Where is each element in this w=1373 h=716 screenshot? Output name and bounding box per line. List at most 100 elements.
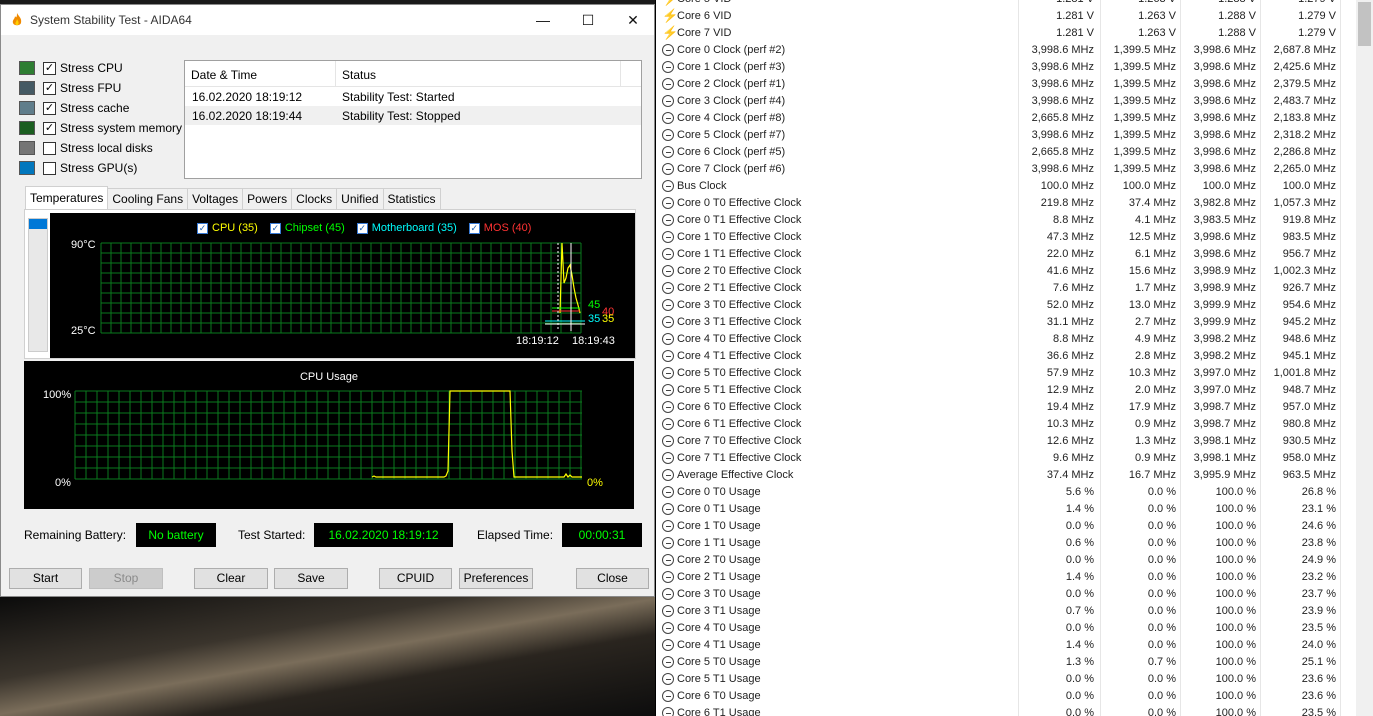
sensor-row[interactable]: Bus Clock 100.0 MHz 100.0 MHz 100.0 MHz 100.… bbox=[656, 178, 1356, 195]
legend-checkbox[interactable]: ✓ bbox=[468, 222, 480, 234]
sensor-row[interactable]: Core 3 T1 Usage 0.7 % 0.0 % 100.0 % 23.9 % bbox=[656, 603, 1356, 620]
tab-voltages[interactable]: Voltages bbox=[187, 188, 244, 210]
log-header-status[interactable]: Status bbox=[336, 61, 621, 86]
sensor-row[interactable]: Core 1 T1 Usage 0.6 % 0.0 % 100.0 % 23.8 % bbox=[656, 535, 1356, 552]
log-header-datetime[interactable]: Date & Time bbox=[185, 61, 336, 86]
sensor-row[interactable]: Core 5 T0 Usage 1.3 % 0.7 % 100.0 % 25.1 % bbox=[656, 654, 1356, 671]
sensor-row[interactable]: Core 2 T1 Usage 1.4 % 0.0 % 100.0 % 23.2 % bbox=[656, 569, 1356, 586]
sensor-row[interactable]: Core 4 T0 Effective Clock 8.8 MHz 4.9 MHz 3… bbox=[656, 331, 1356, 348]
sensor-row[interactable]: Core 4 T1 Effective Clock 36.6 MHz 2.8 MHz… bbox=[656, 348, 1356, 365]
cpuid-button[interactable]: CPUID bbox=[379, 568, 452, 589]
stress-checkbox[interactable] bbox=[43, 141, 56, 155]
start-button[interactable]: Start bbox=[9, 568, 82, 589]
sensor-row[interactable]: Core 3 Clock (perf #4) 3,998.6 MHz 1,399.5… bbox=[656, 93, 1356, 110]
sensor-row[interactable]: Core 1 T1 Effective Clock 22.0 MHz 6.1 MHz… bbox=[656, 246, 1356, 263]
sensor-row[interactable]: ⚡Core 5 VID 1.281 V1.263 V1.288 V1.279 V bbox=[656, 0, 1356, 8]
sensor-row[interactable]: Core 3 T1 Effective Clock 31.1 MHz 2.7 MHz… bbox=[656, 314, 1356, 331]
legend-item[interactable]: ✓ MOS (40) bbox=[468, 222, 531, 234]
close-window-button[interactable]: ✕ bbox=[610, 5, 656, 35]
stress-option[interactable]: ✓ Stress cache bbox=[19, 98, 182, 118]
sensor-row[interactable]: Core 2 T1 Effective Clock 7.6 MHz 1.7 MHz 3… bbox=[656, 280, 1356, 297]
sensor-minimum: 1,399.5 MHz bbox=[1113, 44, 1176, 56]
minimize-button[interactable]: — bbox=[520, 5, 566, 35]
sensor-row[interactable]: Core 0 T1 Effective Clock 8.8 MHz 4.1 MHz 3… bbox=[656, 212, 1356, 229]
preferences-button[interactable]: Preferences bbox=[459, 568, 533, 589]
sensor-row[interactable]: Core 1 T0 Usage 0.0 % 0.0 % 100.0 % 24.6 % bbox=[656, 518, 1356, 535]
legend-item[interactable]: ✓ Motherboard (35) bbox=[356, 222, 457, 234]
scrollbar-thumb[interactable] bbox=[1358, 2, 1371, 46]
title-bar[interactable]: System Stability Test - AIDA64 — ☐ ✕ bbox=[1, 5, 654, 35]
sensor-name: Core 3 Clock (perf #4) bbox=[677, 95, 786, 107]
log-row[interactable]: 16.02.2020 18:19:44 Stability Test: Stop… bbox=[185, 106, 641, 125]
stress-option[interactable]: ✓ Stress system memory bbox=[19, 118, 182, 138]
tab-temperatures[interactable]: Temperatures bbox=[25, 186, 109, 210]
sensor-row[interactable]: ⚡ Core 6 VID 1.281 V 1.263 V 1.288 V 1.279 V bbox=[656, 8, 1356, 25]
sensor-row[interactable]: Core 0 T0 Usage 5.6 % 0.0 % 100.0 % 26.8 % bbox=[656, 484, 1356, 501]
stress-option[interactable]: Stress GPU(s) bbox=[19, 158, 182, 178]
sensor-current: 47.3 MHz bbox=[1046, 231, 1094, 243]
maximize-button[interactable]: ☐ bbox=[565, 5, 611, 35]
sensor-row[interactable]: Core 6 T0 Usage 0.0 % 0.0 % 100.0 % 23.6 % bbox=[656, 688, 1356, 705]
sensor-row[interactable]: Core 6 T0 Effective Clock 19.4 MHz 17.9 MH… bbox=[656, 399, 1356, 416]
sensor-row[interactable]: Core 1 Clock (perf #3) 3,998.6 MHz 1,399.5… bbox=[656, 59, 1356, 76]
sensor-row[interactable]: Core 5 T1 Effective Clock 12.9 MHz 2.0 MHz… bbox=[656, 382, 1356, 399]
sensor-average: 2,379.5 MHz bbox=[1273, 78, 1336, 90]
sensor-row[interactable]: Core 1 T0 Effective Clock 47.3 MHz 12.5 MH… bbox=[656, 229, 1356, 246]
sensor-row[interactable]: Core 0 T0 Effective Clock 219.8 MHz 37.4 M… bbox=[656, 195, 1356, 212]
stress-checkbox[interactable] bbox=[43, 161, 56, 175]
sensor-row[interactable]: Core 5 Clock (perf #7) 3,998.6 MHz 1,399.5… bbox=[656, 127, 1356, 144]
close-button[interactable]: Close bbox=[576, 568, 649, 589]
stress-checkbox[interactable]: ✓ bbox=[43, 61, 56, 75]
stress-checkbox[interactable]: ✓ bbox=[43, 121, 56, 135]
sensor-row[interactable]: Core 6 Clock (perf #5) 2,665.8 MHz 1,399.5… bbox=[656, 144, 1356, 161]
legend-item[interactable]: ✓ Chipset (45) bbox=[269, 222, 345, 234]
clock-sensor-icon bbox=[662, 78, 674, 90]
sensor-row[interactable]: Core 2 Clock (perf #1) 3,998.6 MHz 1,399.5… bbox=[656, 76, 1356, 93]
tab-cooling-fans[interactable]: Cooling Fans bbox=[107, 188, 189, 210]
clock-sensor-icon bbox=[662, 605, 674, 617]
sensor-list-scrollbar[interactable] bbox=[28, 218, 48, 352]
sensor-row[interactable]: Core 2 T0 Usage 0.0 % 0.0 % 100.0 % 24.9 % bbox=[656, 552, 1356, 569]
sensor-row[interactable]: Core 5 T0 Effective Clock 57.9 MHz 10.3 MH… bbox=[656, 365, 1356, 382]
stress-checkbox[interactable]: ✓ bbox=[43, 101, 56, 115]
sensor-row[interactable]: Average Effective Clock 37.4 MHz 16.7 MHz 3… bbox=[656, 467, 1356, 484]
stress-option[interactable]: Stress local disks bbox=[19, 138, 182, 158]
sensor-row[interactable]: Core 6 T1 Effective Clock 10.3 MHz 0.9 MHz… bbox=[656, 416, 1356, 433]
clear-button[interactable]: Clear bbox=[194, 568, 268, 589]
legend-item[interactable]: ✓ CPU (35) bbox=[197, 222, 258, 234]
sensor-name: Core 3 T1 Effective Clock bbox=[677, 316, 802, 328]
save-button[interactable]: Save bbox=[274, 568, 348, 589]
sensor-row[interactable]: Core 3 T0 Effective Clock 52.0 MHz 13.0 MH… bbox=[656, 297, 1356, 314]
stress-option[interactable]: ✓ Stress FPU bbox=[19, 78, 182, 98]
legend-checkbox[interactable]: ✓ bbox=[356, 222, 368, 234]
sensor-row[interactable]: Core 4 T1 Usage 1.4 % 0.0 % 100.0 % 24.0 % bbox=[656, 637, 1356, 654]
stress-option[interactable]: ✓ Stress CPU bbox=[19, 58, 182, 78]
sensor-row[interactable]: Core 3 T0 Usage 0.0 % 0.0 % 100.0 % 23.7 % bbox=[656, 586, 1356, 603]
legend-checkbox[interactable]: ✓ bbox=[197, 222, 208, 234]
sensor-row[interactable]: ⚡ Core 7 VID 1.281 V 1.263 V 1.288 V 1.279 V bbox=[656, 25, 1356, 42]
stress-checkbox[interactable]: ✓ bbox=[43, 81, 56, 95]
tab-statistics[interactable]: Statistics bbox=[382, 188, 441, 210]
sensor-average: 23.6 % bbox=[1301, 690, 1336, 702]
sensor-row[interactable]: Core 4 T0 Usage 0.0 % 0.0 % 100.0 % 23.5 % bbox=[656, 620, 1356, 637]
tab-clocks[interactable]: Clocks bbox=[291, 188, 338, 210]
legend-checkbox[interactable]: ✓ bbox=[269, 222, 281, 234]
sensor-maximum: 100.0 % bbox=[1215, 605, 1256, 617]
sensor-scrollbar[interactable] bbox=[1356, 0, 1373, 716]
sensor-name: Core 6 T1 Effective Clock bbox=[677, 418, 802, 430]
sensor-row[interactable]: Core 7 T0 Effective Clock 12.6 MHz 1.3 MHz… bbox=[656, 433, 1356, 450]
stop-button[interactable]: Stop bbox=[89, 568, 163, 589]
sensor-row[interactable]: Core 2 T0 Effective Clock 41.6 MHz 15.6 MH… bbox=[656, 263, 1356, 280]
sensor-row[interactable]: Core 6 T1 Usage 0.0 % 0.0 % 100.0 % 23.5 % bbox=[656, 705, 1356, 716]
tab-powers[interactable]: Powers bbox=[242, 188, 293, 210]
sensor-name: Core 1 T1 Effective Clock bbox=[677, 248, 802, 260]
sensor-row[interactable]: Core 0 T1 Usage 1.4 % 0.0 % 100.0 % 23.1 % bbox=[656, 501, 1356, 518]
sensor-row[interactable]: Core 0 Clock (perf #2) 3,998.6 MHz 1,399.5… bbox=[656, 42, 1356, 59]
tab-unified[interactable]: Unified bbox=[336, 188, 384, 210]
sensor-row[interactable]: Core 7 T1 Effective Clock 9.6 MHz 0.9 MHz 3… bbox=[656, 450, 1356, 467]
log-row[interactable]: 16.02.2020 18:19:12 Stability Test: Star… bbox=[185, 87, 641, 106]
flame-icon bbox=[12, 13, 22, 26]
sensor-row[interactable]: Core 5 T1 Usage 0.0 % 0.0 % 100.0 % 23.6 % bbox=[656, 671, 1356, 688]
sensor-row[interactable]: Core 4 Clock (perf #8) 2,665.8 MHz 1,399.5… bbox=[656, 110, 1356, 127]
sensor-row[interactable]: Core 7 Clock (perf #6) 3,998.6 MHz 1,399.5… bbox=[656, 161, 1356, 178]
